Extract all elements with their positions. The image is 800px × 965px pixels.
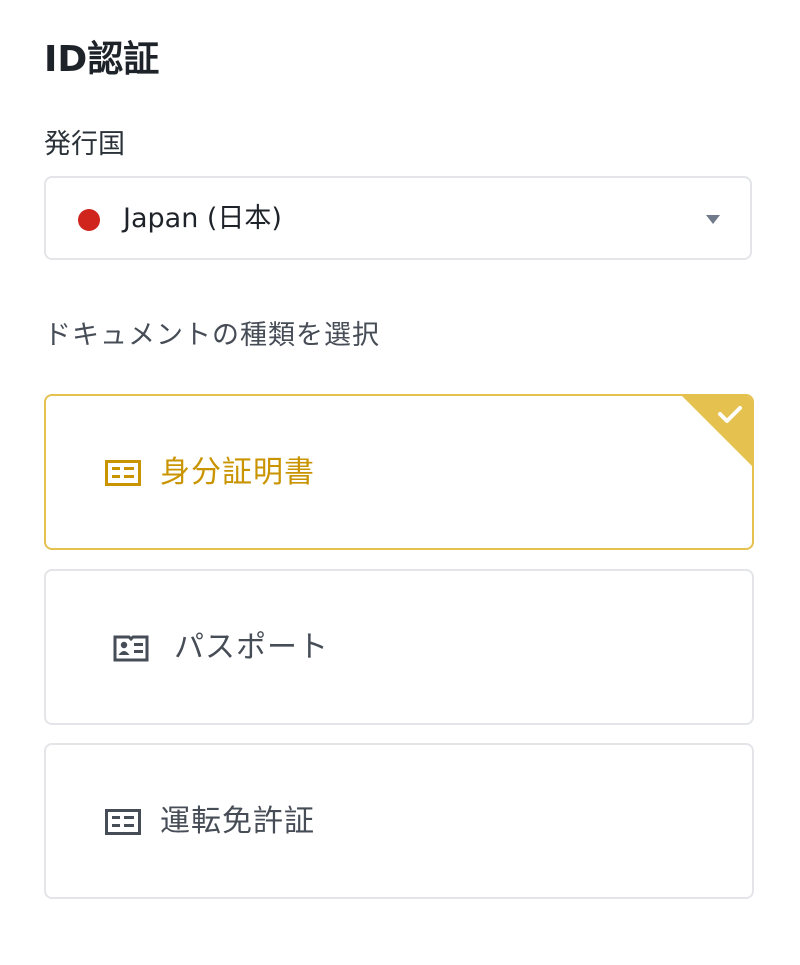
document-option-label: 身分証明書: [160, 455, 315, 490]
issuing-country-value: Japan (日本): [123, 203, 282, 234]
id-card-icon: [105, 809, 141, 835]
page-title: ID認証: [44, 39, 160, 80]
issuing-country-label: 発行国: [44, 129, 125, 160]
passport-icon: [113, 635, 149, 662]
document-type-label: ドキュメントの種類を選択: [44, 320, 380, 351]
selected-check-icon: [682, 396, 752, 466]
document-option-label: パスポート: [174, 630, 329, 665]
document-option-passport[interactable]: パスポート: [44, 569, 754, 725]
document-option-label: 運転免許証: [160, 804, 315, 839]
issuing-country-select[interactable]: Japan (日本): [44, 176, 752, 260]
document-option-drivers-license[interactable]: 運転免許証: [44, 743, 754, 899]
document-option-id-card[interactable]: 身分証明書: [44, 394, 754, 550]
id-card-icon: [105, 460, 141, 486]
japan-flag-icon: [78, 209, 100, 231]
caret-down-icon: [706, 215, 720, 224]
